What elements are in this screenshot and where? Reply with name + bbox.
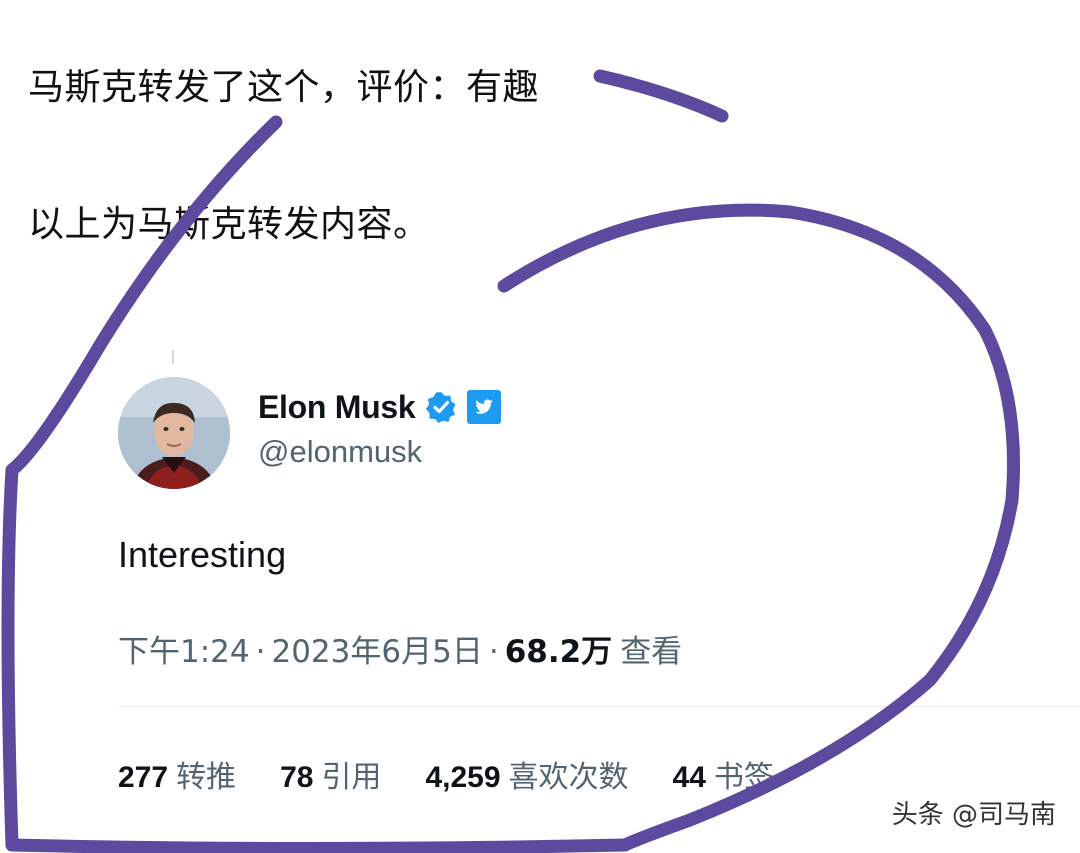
thread-connector <box>172 350 174 364</box>
views-count: 68.2万 <box>504 634 613 670</box>
meta-separator: · <box>255 634 266 670</box>
tweet-time[interactable]: 下午1:24 <box>118 626 250 671</box>
avatar-image <box>118 377 230 489</box>
meta-separator: · <box>488 634 499 670</box>
verified-badge-icon <box>425 391 457 423</box>
author-handle[interactable]: @elonmusk <box>258 434 422 470</box>
views-label: 查看 <box>620 634 683 670</box>
tweet-text: Interesting <box>118 534 287 575</box>
stat-count: 4,259 <box>425 761 501 794</box>
stat-retweets[interactable]: 277 转推 <box>118 752 236 796</box>
tweet-meta: 下午1:24 · 2023年6月5日 · 68.2万 查看 <box>118 626 682 671</box>
caption-line-2: 以上为马斯克转发内容。 <box>28 204 430 245</box>
divider <box>118 706 1080 707</box>
twitter-bird-icon[interactable] <box>467 390 502 424</box>
tweet-date[interactable]: 2023年6月5日 <box>271 626 482 671</box>
avatar[interactable] <box>118 377 230 489</box>
stat-label: 喜欢次数 <box>508 760 629 795</box>
tweet-stats: 277 转推 78 引用 4,259 喜欢次数 44 书签 <box>118 752 818 796</box>
stat-count: 78 <box>280 761 314 794</box>
stat-quotes[interactable]: 78 引用 <box>280 752 381 796</box>
author-display-name[interactable]: Elon Musk <box>258 389 416 426</box>
stat-count: 44 <box>672 761 706 794</box>
author-name-row[interactable]: Elon Musk <box>258 384 502 430</box>
stat-label: 引用 <box>321 760 382 795</box>
watermark: 头条 @司马南 <box>891 800 1056 830</box>
stat-bookmarks[interactable]: 44 书签 <box>673 752 774 796</box>
stat-likes[interactable]: 4,259 喜欢次数 <box>425 752 628 796</box>
stat-count: 277 <box>118 761 169 794</box>
stat-label: 书签 <box>713 760 774 795</box>
caption-line-1: 马斯克转发了这个，评价：有趣 <box>28 67 540 108</box>
stat-label: 转推 <box>176 760 237 795</box>
